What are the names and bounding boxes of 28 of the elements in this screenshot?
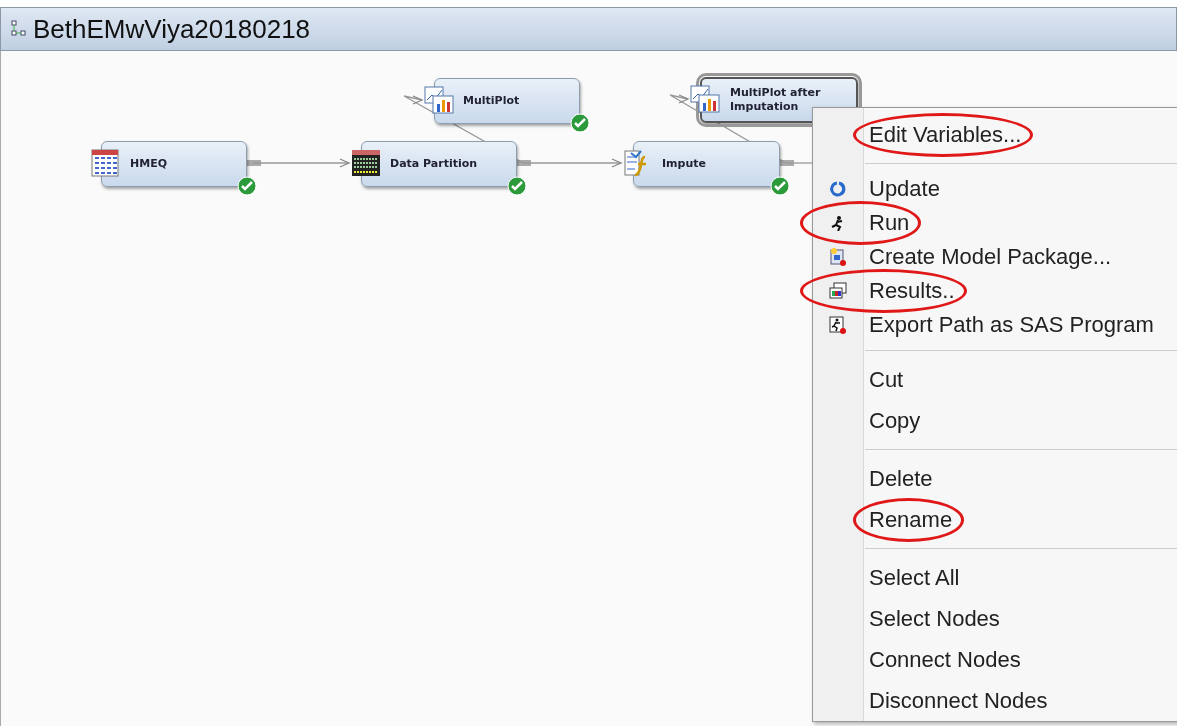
table-icon bbox=[91, 149, 119, 177]
menu-item[interactable]: Update bbox=[869, 176, 940, 201]
menu-item[interactable]: Results.. bbox=[869, 278, 955, 303]
menu-item[interactable]: Create Model Package... bbox=[869, 244, 1112, 269]
menu-item[interactable]: Select All bbox=[869, 564, 960, 590]
menu-item[interactable]: Delete bbox=[869, 465, 933, 491]
chart-icon bbox=[424, 86, 454, 114]
menu-item[interactable]: Select Nodes bbox=[869, 605, 1000, 631]
menu-item[interactable]: Export Path as SAS Program bbox=[869, 312, 1154, 337]
chart-icon bbox=[690, 85, 720, 113]
diagram-node[interactable]: Impute bbox=[633, 141, 780, 187]
windows-icon bbox=[828, 282, 848, 300]
menu-item[interactable]: Copy bbox=[869, 407, 921, 433]
export-icon bbox=[828, 315, 848, 335]
diagram-node[interactable]: Data Partition bbox=[361, 141, 517, 187]
menu-item[interactable]: Run bbox=[869, 210, 910, 235]
refresh-icon bbox=[828, 180, 848, 198]
window-title: BethEMwViya20180218 bbox=[33, 13, 311, 45]
menu-item[interactable]: Disconnect Nodes bbox=[869, 687, 1048, 713]
menu-item[interactable]: Connect Nodes bbox=[869, 646, 1021, 672]
diagram-node[interactable]: HMEQ bbox=[101, 141, 247, 187]
diagram-node[interactable]: MultiPlot bbox=[434, 78, 580, 124]
menu-item[interactable]: Cut bbox=[869, 366, 904, 392]
menu-item[interactable]: Edit Variables... bbox=[869, 121, 1022, 147]
diagram-icon bbox=[11, 20, 27, 38]
document-icon bbox=[828, 247, 848, 267]
menu-item[interactable]: Rename bbox=[869, 506, 953, 532]
partition-icon bbox=[351, 149, 381, 177]
